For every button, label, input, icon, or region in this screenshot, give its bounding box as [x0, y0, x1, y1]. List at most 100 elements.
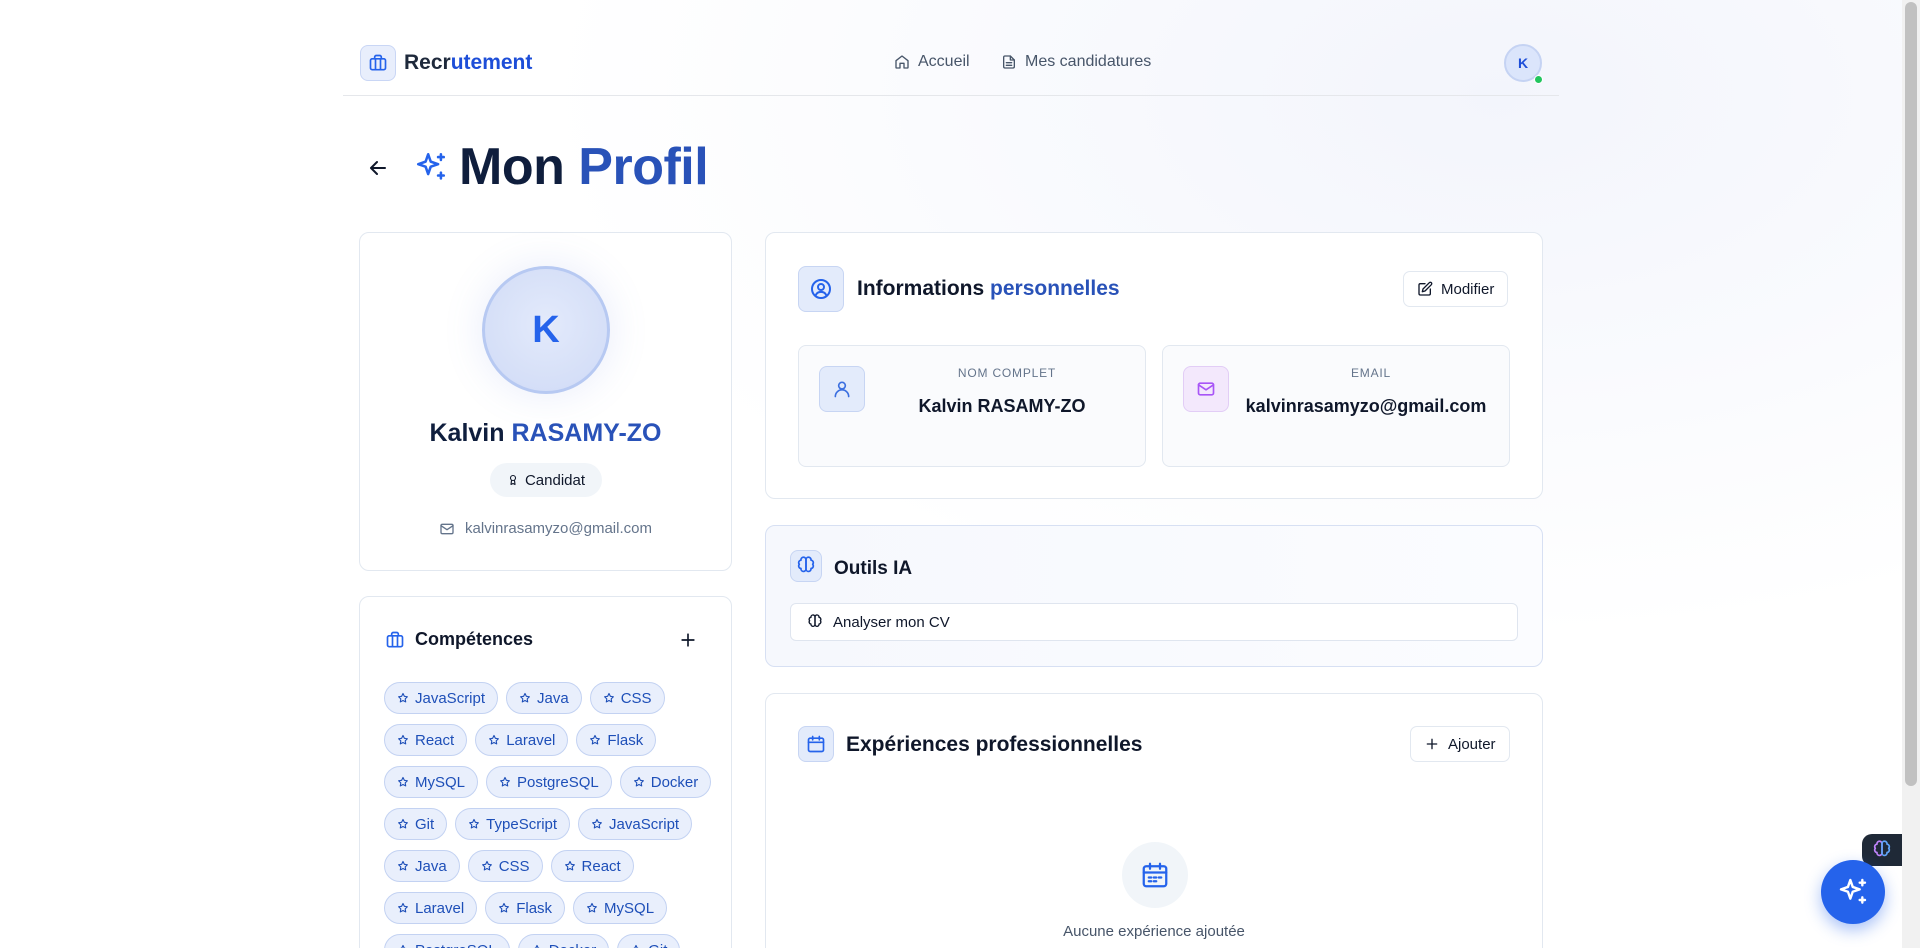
- skill-chip-label: Docker: [650, 773, 699, 791]
- brain-icon: [808, 614, 822, 627]
- star-icon: [587, 902, 597, 913]
- star-icon: [499, 902, 510, 913]
- calendar-icon: [798, 726, 834, 762]
- skill-chip-label: Java: [537, 689, 569, 707]
- home-icon: [895, 55, 909, 69]
- skill-chip[interactable]: Git: [384, 808, 448, 840]
- skill-chip[interactable]: MySQL: [384, 766, 479, 798]
- email-value: kalvinrasamyzo@gmail.com: [1245, 396, 1487, 416]
- skill-chip[interactable]: JavaScript: [384, 682, 499, 714]
- full-name-label: NOM COMPLET: [957, 366, 1057, 380]
- skill-chip[interactable]: Java: [506, 682, 582, 714]
- brain-icon: [790, 550, 822, 582]
- back-arrow-icon[interactable]: [366, 156, 390, 180]
- skill-chip[interactable]: CSS: [467, 850, 543, 882]
- skills-title: Compétences: [415, 629, 534, 649]
- mail-icon: [1183, 366, 1229, 412]
- skill-chip-label: MySQL: [415, 773, 466, 791]
- star-icon: [398, 818, 408, 829]
- email-field: EMAIL kalvinrasamyzo@gmail.com: [1162, 345, 1510, 467]
- nav-accueil[interactable]: Accueil: [894, 53, 970, 71]
- ai-assistant-fab[interactable]: [1821, 860, 1885, 924]
- skill-chip-label: Java: [415, 857, 447, 875]
- skill-chip[interactable]: Flask: [485, 892, 566, 924]
- sparkles-icon: [414, 150, 448, 184]
- star-icon: [469, 818, 480, 829]
- ia-tools-card: Outils IA Analyser mon CV: [765, 525, 1543, 667]
- skill-chip-label: PostgreSQL: [415, 942, 497, 948]
- profile-first-name: Kalvin: [429, 419, 512, 447]
- mail-icon: [440, 523, 454, 534]
- skill-chip-label: React: [581, 857, 621, 875]
- star-icon: [633, 776, 644, 787]
- profile-avatar: K: [482, 266, 610, 394]
- star-icon: [603, 692, 614, 703]
- star-icon: [592, 818, 602, 829]
- skill-chip-label: PostgreSQL: [517, 773, 599, 791]
- skill-chip[interactable]: Laravel: [384, 892, 478, 924]
- profile-email: kalvinrasamyzo@gmail.com: [360, 520, 731, 537]
- skill-chip[interactable]: PostgreSQL: [486, 766, 612, 798]
- analyze-cv-button[interactable]: Analyser mon CV: [790, 603, 1518, 641]
- add-experience-button[interactable]: Ajouter: [1410, 726, 1510, 762]
- add-skill-button[interactable]: [678, 630, 698, 650]
- star-icon: [564, 860, 575, 871]
- nav-candidatures-label: Mes candidatures: [1025, 53, 1152, 70]
- empty-calendar-icon: [1122, 842, 1188, 908]
- personal-info-title: Informations personnelles: [857, 277, 1120, 301]
- nav-accueil-label: Accueil: [918, 53, 970, 70]
- full-name-field: NOM COMPLET Kalvin RASAMY-ZO: [798, 345, 1146, 467]
- briefcase-icon: [386, 631, 404, 647]
- edit-icon: [1418, 281, 1433, 296]
- skill-chip[interactable]: CSS: [589, 682, 665, 714]
- brand-name[interactable]: Recrutement: [404, 51, 532, 75]
- skill-chip[interactable]: PostgreSQL: [384, 934, 510, 948]
- profile-card: K Kalvin RASAMY-ZO Candidat kalvinrasamy…: [359, 232, 732, 571]
- skill-chip-label: Flask: [607, 731, 644, 749]
- skill-chip[interactable]: Java: [384, 850, 460, 882]
- skill-chip[interactable]: React: [550, 850, 634, 882]
- skills-header: Compétences: [385, 629, 533, 650]
- profile-name: Kalvin RASAMY-ZO: [360, 419, 731, 448]
- star-icon: [481, 860, 492, 871]
- ia-tools-title: Outils IA: [834, 558, 913, 579]
- skill-chip-label: Laravel: [415, 899, 465, 917]
- skill-chip-label: Git: [648, 942, 667, 948]
- skill-chip[interactable]: Git: [617, 934, 681, 948]
- skill-chip[interactable]: Flask: [576, 724, 657, 756]
- personal-info-title-prefix: Informations: [857, 277, 991, 300]
- star-icon: [633, 944, 640, 948]
- skill-chip[interactable]: MySQL: [573, 892, 668, 924]
- empty-experience-text: Aucune expérience ajoutée: [1063, 923, 1245, 940]
- email-label: EMAIL: [1350, 366, 1391, 380]
- skill-chip-label: CSS: [620, 689, 652, 707]
- skill-chip[interactable]: TypeScript: [455, 808, 571, 840]
- brand-accent: utement: [450, 51, 533, 74]
- skill-chip[interactable]: Docker: [517, 934, 610, 948]
- scrollbar-thumb[interactable]: [1905, 2, 1917, 786]
- edit-button[interactable]: Modifier: [1403, 271, 1509, 307]
- skill-chip-label: Docker: [549, 942, 597, 948]
- extension-icon[interactable]: [1862, 834, 1902, 866]
- skill-chip[interactable]: Docker: [619, 766, 712, 798]
- profile-email-text: kalvinrasamyzo@gmail.com: [465, 520, 652, 537]
- plus-icon: [1426, 738, 1438, 750]
- award-icon: [509, 474, 517, 486]
- personal-info-card: Informations personnelles Modifier NOM C…: [765, 232, 1543, 499]
- star-icon: [398, 734, 408, 745]
- skill-chip[interactable]: React: [384, 724, 468, 756]
- skill-chip[interactable]: JavaScript: [578, 808, 693, 840]
- nav-mes-candidatures[interactable]: Mes candidatures: [1001, 53, 1151, 71]
- star-icon: [398, 860, 408, 871]
- briefcase-logo-icon[interactable]: [360, 45, 396, 81]
- skills-list: JavaScript Java CSS React Laravel Flask MySQL P…: [384, 682, 714, 948]
- add-experience-label: Ajouter: [1448, 735, 1496, 753]
- experience-card: Expériences professionnelles Ajouter Auc…: [765, 693, 1543, 948]
- skill-chip[interactable]: Laravel: [475, 724, 569, 756]
- role-badge: Candidat: [490, 463, 602, 497]
- sparkles-icon: [1839, 878, 1867, 904]
- page-title-prefix: Mon: [459, 138, 579, 196]
- experience-title: Expériences professionnelles: [846, 733, 1143, 756]
- skill-chip-label: TypeScript: [486, 815, 558, 833]
- star-icon: [398, 692, 408, 703]
